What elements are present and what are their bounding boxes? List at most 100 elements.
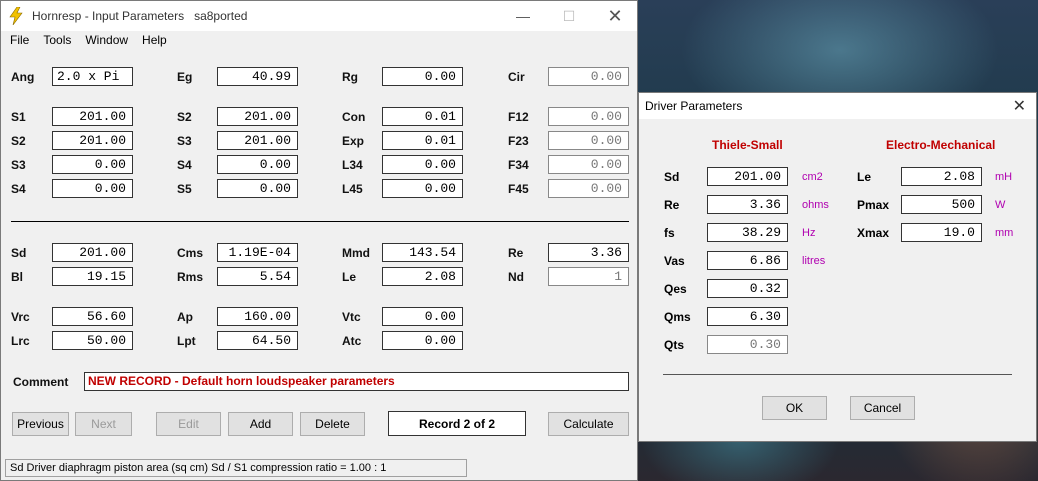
param-field-s1[interactable]: 201.00 [52,107,133,126]
param-field-f34[interactable]: 0.00 [548,155,629,174]
add-button[interactable]: Add [228,412,293,436]
param-label: S5 [177,182,192,196]
param-label: Bl [11,270,23,284]
param-field-bl[interactable]: 19.15 [52,267,133,286]
dialog-title: Driver Parameters [645,99,743,113]
next-button[interactable]: Next [75,412,132,436]
param-label: Sd [11,246,27,260]
electro-mechanical-heading: Electro-Mechanical [886,138,996,152]
param-field-l45[interactable]: 0.00 [382,179,463,198]
lightning-icon [6,6,26,26]
menu-tools[interactable]: Tools [43,33,71,47]
param-field-atc[interactable]: 0.00 [382,331,463,350]
ts-field-re[interactable]: 3.36 [707,195,788,214]
ts-field-fs[interactable]: 38.29 [707,223,788,242]
param-label: F23 [508,134,529,148]
menu-window[interactable]: Window [85,33,128,47]
ts-field-qms[interactable]: 6.30 [707,307,788,326]
param-field-f45[interactable]: 0.00 [548,179,629,198]
em-field-le[interactable]: 2.08 [901,167,982,186]
previous-button[interactable]: Previous [12,412,69,436]
calculate-button[interactable]: Calculate [548,412,629,436]
param-field-rg[interactable]: 0.00 [382,67,463,86]
param-label: Vtc [342,310,361,324]
param-label: Vrc [11,310,30,324]
ts-unit: ohms [802,199,829,211]
comment-input[interactable]: NEW RECORD - Default horn loudspeaker pa… [84,372,629,391]
param-label: Ap [177,310,193,324]
param-field-f23[interactable]: 0.00 [548,131,629,150]
param-label: Cir [508,70,525,84]
param-label: F12 [508,110,529,124]
param-field-mmd[interactable]: 143.54 [382,243,463,262]
param-field-le[interactable]: 2.08 [382,267,463,286]
param-field-f12[interactable]: 0.00 [548,107,629,126]
cancel-button[interactable]: Cancel [850,396,915,420]
param-label: Nd [508,270,524,284]
param-field-ang[interactable]: 2.0 x Pi [52,67,133,86]
param-field-vrc[interactable]: 56.60 [52,307,133,326]
edit-button[interactable]: Edit [156,412,221,436]
param-field-sd[interactable]: 201.00 [52,243,133,262]
ts-field-vas[interactable]: 6.86 [707,251,788,270]
param-field-con[interactable]: 0.01 [382,107,463,126]
param-label: Lrc [11,334,30,348]
comment-label: Comment [13,375,69,389]
ts-label: Qts [664,338,685,352]
param-label: Re [508,246,524,260]
param-field-rms[interactable]: 5.54 [217,267,298,286]
section-divider [11,221,629,222]
record-indicator: Record 2 of 2 [388,411,526,436]
param-field-cms[interactable]: 1.19E-04 [217,243,298,262]
close-icon[interactable]: ✕ [1013,96,1026,116]
ts-field-sd[interactable]: 201.00 [707,167,788,186]
menu-bar: File Tools Window Help [1,31,637,49]
param-field-lpt[interactable]: 64.50 [217,331,298,350]
ts-label: fs [664,226,675,240]
close-icon[interactable]: ✕ [592,1,638,31]
param-field-s5[interactable]: 0.00 [217,179,298,198]
delete-button[interactable]: Delete [300,412,365,436]
em-field-xmax[interactable]: 19.0 [901,223,982,242]
maximize-icon[interactable]: ☐ [546,1,592,31]
param-field-s4-2[interactable]: 0.00 [52,179,133,198]
param-field-s2[interactable]: 201.00 [217,107,298,126]
param-field-s2-2[interactable]: 201.00 [52,131,133,150]
ts-label: Sd [664,170,680,184]
param-field-re[interactable]: 3.36 [548,243,629,262]
param-field-s3-2[interactable]: 0.00 [52,155,133,174]
em-field-pmax[interactable]: 500 [901,195,982,214]
minimize-icon[interactable]: — [500,1,546,31]
param-field-nd[interactable]: 1 [548,267,629,286]
em-label: Xmax [857,226,890,240]
ts-field-qes[interactable]: 0.32 [707,279,788,298]
param-field-s4[interactable]: 0.00 [217,155,298,174]
ts-field-qts[interactable]: 0.30 [707,335,788,354]
param-label: Exp [342,134,365,148]
dialog-divider [663,374,1012,375]
param-label: Rg [342,70,358,84]
param-field-eg[interactable]: 40.99 [217,67,298,86]
em-unit: W [995,199,1006,211]
input-parameters-window: Hornresp - Input Parameters sa8ported — … [0,0,638,481]
dialog-title-bar[interactable]: Driver Parameters ✕ [639,93,1036,119]
param-field-vtc[interactable]: 0.00 [382,307,463,326]
title-bar[interactable]: Hornresp - Input Parameters sa8ported — … [1,1,637,31]
menu-help[interactable]: Help [142,33,167,47]
param-field-exp[interactable]: 0.01 [382,131,463,150]
param-field-cir[interactable]: 0.00 [548,67,629,86]
param-field-lrc[interactable]: 50.00 [52,331,133,350]
status-bar: Sd Driver diaphragm piston area (sq cm) … [5,459,467,477]
ts-label: Vas [664,254,685,268]
param-field-s3[interactable]: 201.00 [217,131,298,150]
menu-file[interactable]: File [10,33,29,47]
param-field-ap[interactable]: 160.00 [217,307,298,326]
driver-parameters-dialog: Driver Parameters ✕ Thiele-Small Electro… [638,92,1037,442]
param-label: Rms [177,270,204,284]
param-field-l34[interactable]: 0.00 [382,155,463,174]
em-unit: mm [995,227,1014,239]
param-label: S2 [177,110,192,124]
param-label: S2 [11,134,26,148]
ok-button[interactable]: OK [762,396,827,420]
ts-unit: Hz [802,227,816,239]
